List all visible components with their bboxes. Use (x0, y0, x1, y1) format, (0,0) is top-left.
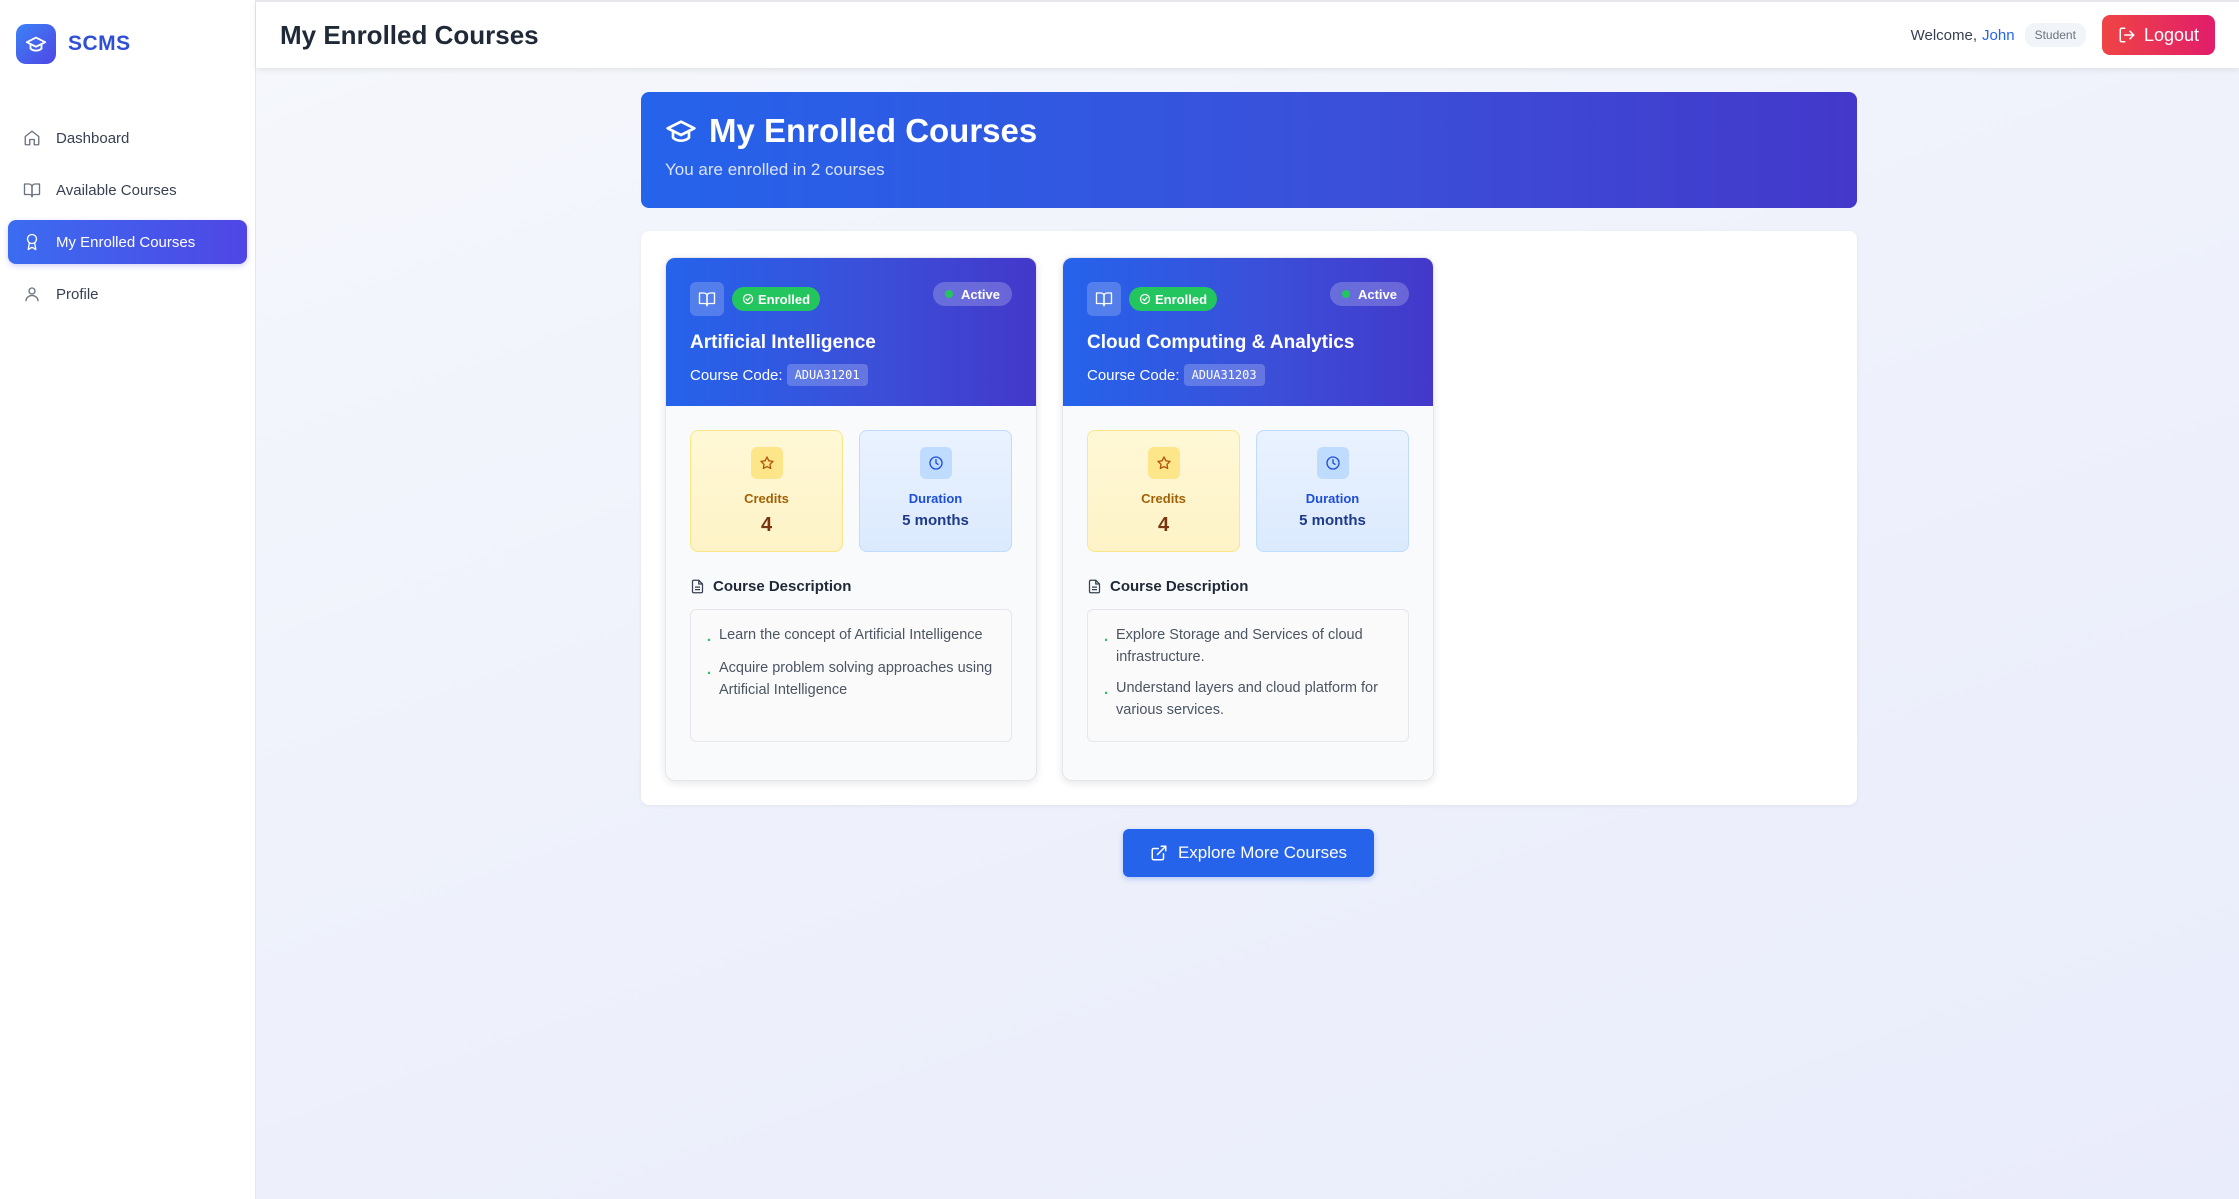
credits-label: Credits (744, 491, 789, 506)
credits-value: 4 (1157, 514, 1170, 536)
enrolled-courses-container: Enrolled Active Artificial Intelligence … (641, 231, 1857, 805)
course-card: Enrolled Active Artificial Intelligence … (665, 257, 1037, 781)
check-circle-icon (742, 293, 754, 305)
clock-icon (1316, 447, 1349, 479)
description-text: Acquire problem solving approaches using… (719, 660, 993, 698)
graduation-cap-icon (16, 24, 56, 64)
status-dot-icon (1341, 290, 1350, 298)
list-item: . Learn the concept of Artificial Intell… (707, 624, 995, 648)
clock-icon (919, 447, 952, 479)
course-card-header: Enrolled Active Artificial Intelligence … (666, 258, 1036, 406)
graduation-cap-icon (665, 115, 697, 147)
external-link-icon (1150, 844, 1168, 862)
duration-stat: Duration 5 months (1256, 430, 1409, 552)
enrolled-label: Enrolled (1155, 291, 1208, 307)
credits-stat: Credits 4 (690, 430, 843, 552)
top-header: My Enrolled Courses Welcome, John Studen… (256, 0, 2239, 68)
course-card-body: Credits 4 Duration 5 months Course Descr… (666, 406, 1036, 766)
brand-name: SCMS (68, 32, 131, 55)
sidebar-item-label: My Enrolled Courses (56, 233, 196, 251)
course-card-header: Enrolled Active Cloud Computing & Analyt… (1063, 258, 1433, 406)
logout-button[interactable]: Logout (2101, 15, 2215, 55)
duration-label: Duration (1305, 491, 1360, 506)
award-icon (22, 232, 42, 252)
active-badge: Active (1329, 282, 1409, 306)
hero-banner: My Enrolled Courses You are enrolled in … (641, 92, 1857, 208)
bullet-dot-icon: . (1104, 629, 1109, 645)
course-code-row: Course Code: ADUA31201 (690, 364, 1012, 386)
book-open-icon (22, 180, 42, 200)
bullet-dot-icon: . (1104, 682, 1109, 698)
star-icon (1147, 447, 1180, 479)
home-icon (22, 128, 42, 148)
check-circle-icon (1139, 293, 1151, 305)
course-name: Artificial Intelligence (690, 332, 876, 353)
course-code-label: Course Code: (690, 366, 783, 384)
status-dot-icon (944, 290, 953, 298)
sidebar: SCMS Dashboard Available Courses My Enro… (0, 0, 256, 1199)
logout-label: Logout (2143, 24, 2199, 45)
credits-stat: Credits 4 (1087, 430, 1240, 552)
enrolled-badge: Enrolled (1129, 287, 1218, 311)
active-label: Active (1357, 286, 1397, 302)
sidebar-item-label: Available Courses (56, 181, 177, 199)
page-title: My Enrolled Courses (280, 19, 539, 50)
book-open-icon (690, 282, 724, 316)
active-label: Active (960, 286, 1000, 302)
course-card: Enrolled Active Cloud Computing & Analyt… (1062, 257, 1434, 781)
book-open-icon (1087, 282, 1121, 316)
credits-value: 4 (760, 514, 773, 536)
description-text: Explore Storage and Services of cloud in… (1116, 627, 1363, 665)
duration-value: 5 months (1299, 512, 1366, 529)
course-code-label: Course Code: (1087, 366, 1180, 384)
file-text-icon (1087, 579, 1102, 594)
list-item: . Understand layers and cloud platform f… (1104, 677, 1392, 721)
active-badge: Active (932, 282, 1012, 306)
sidebar-nav: Dashboard Available Courses My Enrolled … (8, 116, 247, 324)
course-description-list: . Explore Storage and Services of cloud … (1087, 609, 1409, 742)
sidebar-item-dashboard[interactable]: Dashboard (8, 116, 247, 160)
user-icon (22, 284, 42, 304)
description-text: Understand layers and cloud platform for… (1116, 680, 1378, 718)
course-card-body: Credits 4 Duration 5 months Course Descr… (1063, 406, 1433, 766)
enrolled-badge: Enrolled (732, 287, 821, 311)
course-description-title: Course Description (690, 578, 1012, 595)
description-title-label: Course Description (713, 578, 852, 595)
course-name: Cloud Computing & Analytics (1087, 332, 1355, 353)
welcome-message: Welcome, John Student (1911, 23, 2086, 47)
duration-value: 5 months (902, 512, 969, 529)
course-description-list: . Learn the concept of Artificial Intell… (690, 609, 1012, 742)
hero-title-row: My Enrolled Courses (665, 112, 1833, 150)
duration-stat: Duration 5 months (859, 430, 1012, 552)
role-badge: Student (2024, 23, 2086, 47)
star-icon (750, 447, 783, 479)
duration-label: Duration (908, 491, 963, 506)
explore-more-courses-button[interactable]: Explore More Courses (1123, 829, 1374, 877)
sidebar-item-label: Dashboard (56, 129, 130, 147)
bullet-dot-icon: . (707, 662, 712, 678)
user-name: John (1982, 26, 2015, 44)
bullet-dot-icon: . (707, 629, 712, 645)
welcome-prefix: Welcome, (1910, 26, 1978, 44)
course-code-row: Course Code: ADUA31203 (1087, 364, 1409, 386)
sidebar-item-label: Profile (56, 285, 99, 303)
hero-title: My Enrolled Courses (709, 112, 1038, 149)
hero-subtitle: You are enrolled in 2 courses (665, 160, 885, 179)
course-code: ADUA31201 (786, 364, 868, 386)
brand[interactable]: SCMS (16, 24, 131, 64)
list-item: . Explore Storage and Services of cloud … (1104, 624, 1392, 668)
course-description-title: Course Description (1087, 578, 1409, 595)
sidebar-item-my-enrolled-courses[interactable]: My Enrolled Courses (8, 220, 247, 264)
description-text: Learn the concept of Artificial Intellig… (719, 627, 983, 643)
sidebar-item-profile[interactable]: Profile (8, 272, 247, 316)
sidebar-item-available-courses[interactable]: Available Courses (8, 168, 247, 212)
explore-label: Explore More Courses (1177, 843, 1348, 862)
description-title-label: Course Description (1110, 578, 1249, 595)
file-text-icon (690, 579, 705, 594)
credits-label: Credits (1141, 491, 1186, 506)
logout-icon (2118, 26, 2136, 44)
list-item: . Acquire problem solving approaches usi… (707, 657, 995, 701)
course-code: ADUA31203 (1183, 364, 1265, 386)
enrolled-label: Enrolled (758, 291, 811, 307)
